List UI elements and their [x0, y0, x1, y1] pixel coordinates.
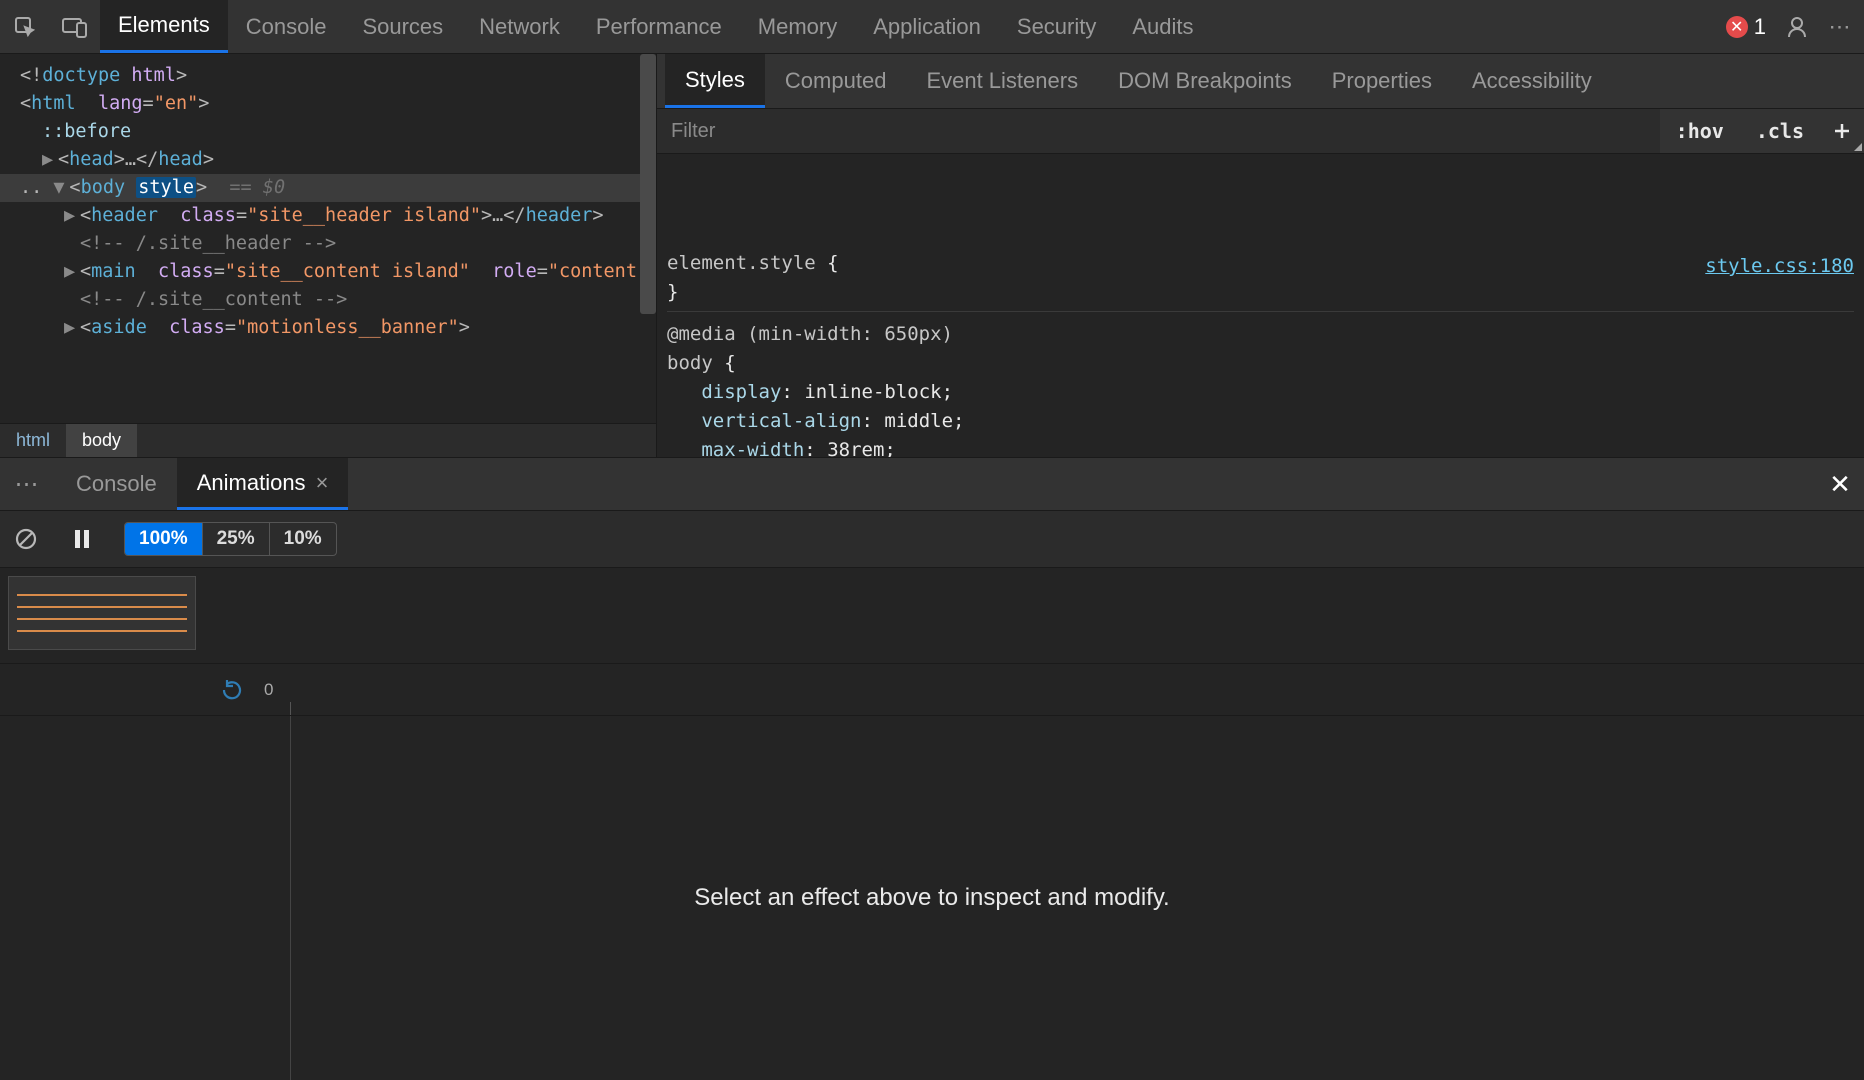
styles-tab-event-listeners[interactable]: Event Listeners: [906, 54, 1098, 108]
timeline-replay-icon[interactable]: [220, 678, 244, 702]
drawer-more-icon[interactable]: ⋯: [0, 458, 56, 510]
clear-animations-button[interactable]: [12, 525, 40, 553]
drawer-close-button[interactable]: ✕: [1816, 458, 1864, 510]
error-badge[interactable]: ✕ 1: [1716, 0, 1776, 53]
drawer-tab-console[interactable]: Console: [56, 458, 177, 510]
styles-tab-computed[interactable]: Computed: [765, 54, 907, 108]
dom-tree-panel: <!doctype html><html lang="en">::before▶…: [0, 54, 656, 457]
feedback-icon[interactable]: [1776, 0, 1818, 53]
stylesheet-source-link[interactable]: style.css:180: [1705, 252, 1854, 281]
close-tab-icon[interactable]: ×: [316, 470, 329, 496]
styles-subtabs: StylesComputedEvent ListenersDOM Breakpo…: [657, 54, 1864, 108]
css-rules-list[interactable]: style.css:180 element.style { } @media (m…: [657, 154, 1864, 457]
main-tab-application[interactable]: Application: [855, 0, 999, 53]
animation-timeline-ruler[interactable]: 0: [0, 664, 1864, 716]
dom-node[interactable]: <!-- /.site__header -->: [20, 230, 656, 258]
styles-panel: StylesComputedEvent ListenersDOM Breakpo…: [656, 54, 1864, 457]
speed-button-25[interactable]: 25%: [203, 523, 270, 555]
main-tab-memory[interactable]: Memory: [740, 0, 855, 53]
styles-tab-styles[interactable]: Styles: [665, 54, 765, 108]
hov-toggle-button[interactable]: :hov: [1660, 109, 1740, 153]
css-rule[interactable]: @media (min-width: 650px) body { display…: [667, 320, 1854, 457]
playback-speed-segment: 100%25%10%: [124, 522, 337, 556]
animation-detail-area: Select an effect above to inspect and mo…: [0, 716, 1864, 1080]
device-toggle-icon[interactable]: [50, 0, 100, 53]
drawer: ⋯ ConsoleAnimations× ✕ 100%25%10% 0: [0, 457, 1864, 1080]
animation-group-thumbnail[interactable]: [8, 576, 196, 650]
speed-button-10[interactable]: 10%: [270, 523, 336, 555]
main-tab-audits[interactable]: Audits: [1114, 0, 1211, 53]
styles-tab-dom-breakpoints[interactable]: DOM Breakpoints: [1098, 54, 1312, 108]
dom-node[interactable]: <!doctype html>: [20, 62, 656, 90]
dom-scrollbar[interactable]: [640, 54, 656, 314]
dom-node[interactable]: <!-- /.site__content -->: [20, 286, 656, 314]
styles-filter-input[interactable]: [657, 109, 1660, 153]
inspect-element-icon[interactable]: [0, 0, 50, 53]
main-tab-security[interactable]: Security: [999, 0, 1114, 53]
css-rule[interactable]: element.style { }: [667, 249, 1854, 312]
main-tab-network[interactable]: Network: [461, 0, 578, 53]
animation-empty-message: Select an effect above to inspect and mo…: [694, 884, 1169, 912]
timeline-zero-label: 0: [264, 680, 273, 700]
styles-tab-properties[interactable]: Properties: [1312, 54, 1452, 108]
dom-node-selected[interactable]: .. ▼ <body style> == $0: [0, 174, 656, 202]
dom-node[interactable]: ▶ <main class="site__content island" rol…: [20, 258, 656, 286]
more-menu-icon[interactable]: ⋯: [1818, 0, 1864, 53]
dom-tree[interactable]: <!doctype html><html lang="en">::before▶…: [0, 54, 656, 423]
breadcrumb-body[interactable]: body: [66, 424, 137, 457]
cls-toggle-button[interactable]: .cls: [1740, 109, 1820, 153]
speed-button-100[interactable]: 100%: [125, 523, 203, 555]
animations-toolbar: 100%25%10%: [0, 510, 1864, 568]
drawer-tab-bar: ⋯ ConsoleAnimations× ✕: [0, 458, 1864, 510]
dom-breadcrumb: htmlbody: [0, 423, 656, 457]
dom-node[interactable]: <html lang="en">: [20, 90, 656, 118]
styles-tab-accessibility[interactable]: Accessibility: [1452, 54, 1612, 108]
styles-filter-bar: :hov .cls: [657, 108, 1864, 154]
breadcrumb-html[interactable]: html: [0, 424, 66, 457]
animation-thumbnails: [0, 568, 1864, 664]
error-icon: ✕: [1726, 16, 1748, 38]
drawer-tab-animations[interactable]: Animations×: [177, 458, 349, 510]
dom-node[interactable]: ::before: [20, 118, 656, 146]
main-tab-elements[interactable]: Elements: [100, 0, 228, 53]
main-tab-performance[interactable]: Performance: [578, 0, 740, 53]
new-style-rule-button[interactable]: [1820, 109, 1864, 153]
error-count: 1: [1754, 14, 1766, 40]
dom-node[interactable]: ▶ <head>…</head>: [20, 146, 656, 174]
pause-animations-button[interactable]: [68, 525, 96, 553]
main-tab-sources[interactable]: Sources: [344, 0, 461, 53]
dom-node[interactable]: ▶ <aside class="motionless__banner">: [20, 314, 656, 342]
main-tab-console[interactable]: Console: [228, 0, 345, 53]
main-tab-bar: ElementsConsoleSourcesNetworkPerformance…: [0, 0, 1864, 54]
dom-node[interactable]: ▶ <header class="site__header island">…<…: [20, 202, 656, 230]
